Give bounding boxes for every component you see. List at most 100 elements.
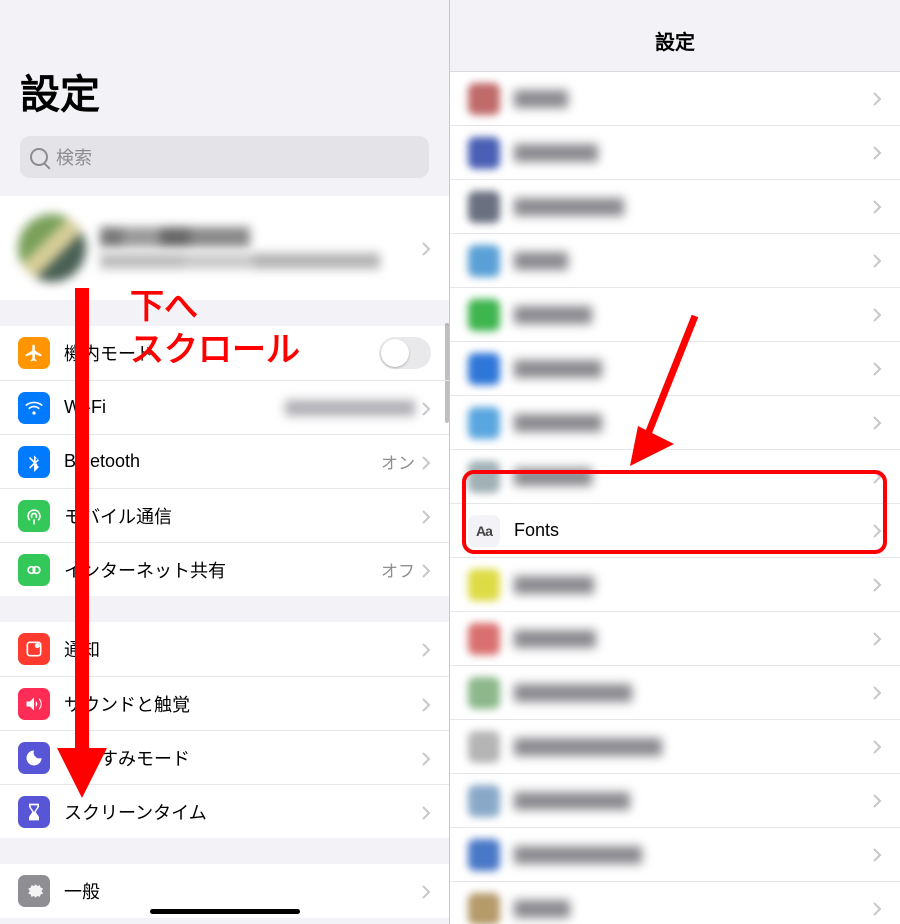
chevron-right-icon [421,751,431,765]
row-bluetooth[interactable]: Bluetooth オン [0,434,449,488]
wifi-icon [18,392,50,424]
gear-icon [18,875,50,907]
row-obscured[interactable] [450,720,900,774]
chevron-right-icon [872,307,882,323]
row-obscured[interactable] [450,180,900,234]
app-icon-obscured [468,461,500,493]
app-icon-obscured [468,137,500,169]
row-label-obscured [514,792,630,810]
row-obscured[interactable] [450,558,900,612]
row-label: モバイル通信 [64,503,421,529]
chevron-right-icon [872,739,882,755]
bluetooth-value: オン [381,449,415,474]
settings-group-notifications: 通知 サウンドと触覚 おやすみモード スクリーンタイム [0,622,449,838]
hourglass-icon [18,796,50,828]
avatar [18,214,86,282]
bluetooth-icon [18,446,50,478]
chevron-right-icon [872,523,882,539]
row-dnd[interactable]: おやすみモード [0,730,449,784]
row-label: サウンドと触覚 [64,691,421,717]
app-icon-obscured [468,893,500,924]
row-label-obscured [514,144,598,162]
app-icon-obscured [468,353,500,385]
row-obscured[interactable] [450,882,900,924]
chevron-right-icon [421,563,431,577]
row-obscured[interactable] [450,828,900,882]
app-icon-obscured [468,245,500,277]
chevron-right-icon [872,847,882,863]
chevron-right-icon [872,415,882,431]
account-sub-obscured [100,253,380,269]
page-title: 設定 [450,0,900,72]
hotspot-value: オフ [381,557,415,582]
chevron-right-icon [872,91,882,107]
dnd-icon [18,742,50,774]
chevron-right-icon [872,361,882,377]
chevron-right-icon [872,577,882,593]
apple-id-row[interactable] [0,196,449,300]
app-icon-obscured [468,677,500,709]
row-obscured[interactable] [450,666,900,720]
settings-group-connectivity: 機内モード Wi-Fi Bluetooth オン モバイル通信 インターネット共… [0,326,449,596]
chevron-right-icon [421,455,431,469]
row-obscured[interactable] [450,612,900,666]
airplane-icon [18,337,50,369]
row-obscured[interactable] [450,342,900,396]
row-label: Wi-Fi [64,397,285,418]
chevron-right-icon [421,241,431,255]
account-name-obscured [100,227,250,247]
row-label: Fonts [514,520,872,541]
row-label-obscured [514,414,602,432]
row-obscured[interactable] [450,72,900,126]
row-label: インターネット共有 [64,557,381,583]
row-airplane-mode[interactable]: 機内モード [0,326,449,380]
app-icon-obscured [468,83,500,115]
row-obscured[interactable] [450,288,900,342]
row-fonts[interactable]: AaFonts [450,504,900,558]
app-icon-obscured [468,569,500,601]
row-obscured[interactable] [450,450,900,504]
row-label: Bluetooth [64,451,381,472]
settings-screen-left: 設定 検索 機内モード Wi-Fi Bluetooth オン [0,0,450,924]
row-label-obscured [514,198,624,216]
search-input[interactable]: 検索 [20,136,429,178]
app-icon-obscured [468,731,500,763]
chevron-right-icon [421,805,431,819]
row-notifications[interactable]: 通知 [0,622,449,676]
page-title: 設定 [0,0,449,136]
row-label-obscured [514,630,596,648]
row-label-obscured [514,846,642,864]
row-obscured[interactable] [450,234,900,288]
row-sounds[interactable]: サウンドと触覚 [0,676,449,730]
search-placeholder: 検索 [56,144,92,170]
hotspot-icon [18,554,50,586]
row-label-obscured [514,684,632,702]
chevron-right-icon [872,901,882,917]
row-label-obscured [514,360,602,378]
app-icon-obscured [468,785,500,817]
row-label: おやすみモード [64,745,421,771]
sound-icon [18,688,50,720]
home-indicator[interactable] [150,909,300,914]
row-obscured[interactable] [450,126,900,180]
chevron-right-icon [421,401,431,415]
chevron-right-icon [421,884,431,898]
notifications-icon [18,633,50,665]
row-screentime[interactable]: スクリーンタイム [0,784,449,838]
chevron-right-icon [872,631,882,647]
app-icon-obscured [468,839,500,871]
row-cellular[interactable]: モバイル通信 [0,488,449,542]
app-icon-obscured [468,407,500,439]
row-obscured[interactable] [450,396,900,450]
row-obscured[interactable] [450,774,900,828]
airplane-switch[interactable] [379,337,431,369]
row-label-obscured [514,90,568,108]
row-hotspot[interactable]: インターネット共有 オフ [0,542,449,596]
chevron-right-icon [872,145,882,161]
chevron-right-icon [421,697,431,711]
chevron-right-icon [872,253,882,269]
row-label-obscured [514,306,592,324]
app-icon-obscured [468,299,500,331]
row-wifi[interactable]: Wi-Fi [0,380,449,434]
row-label-obscured [514,252,568,270]
